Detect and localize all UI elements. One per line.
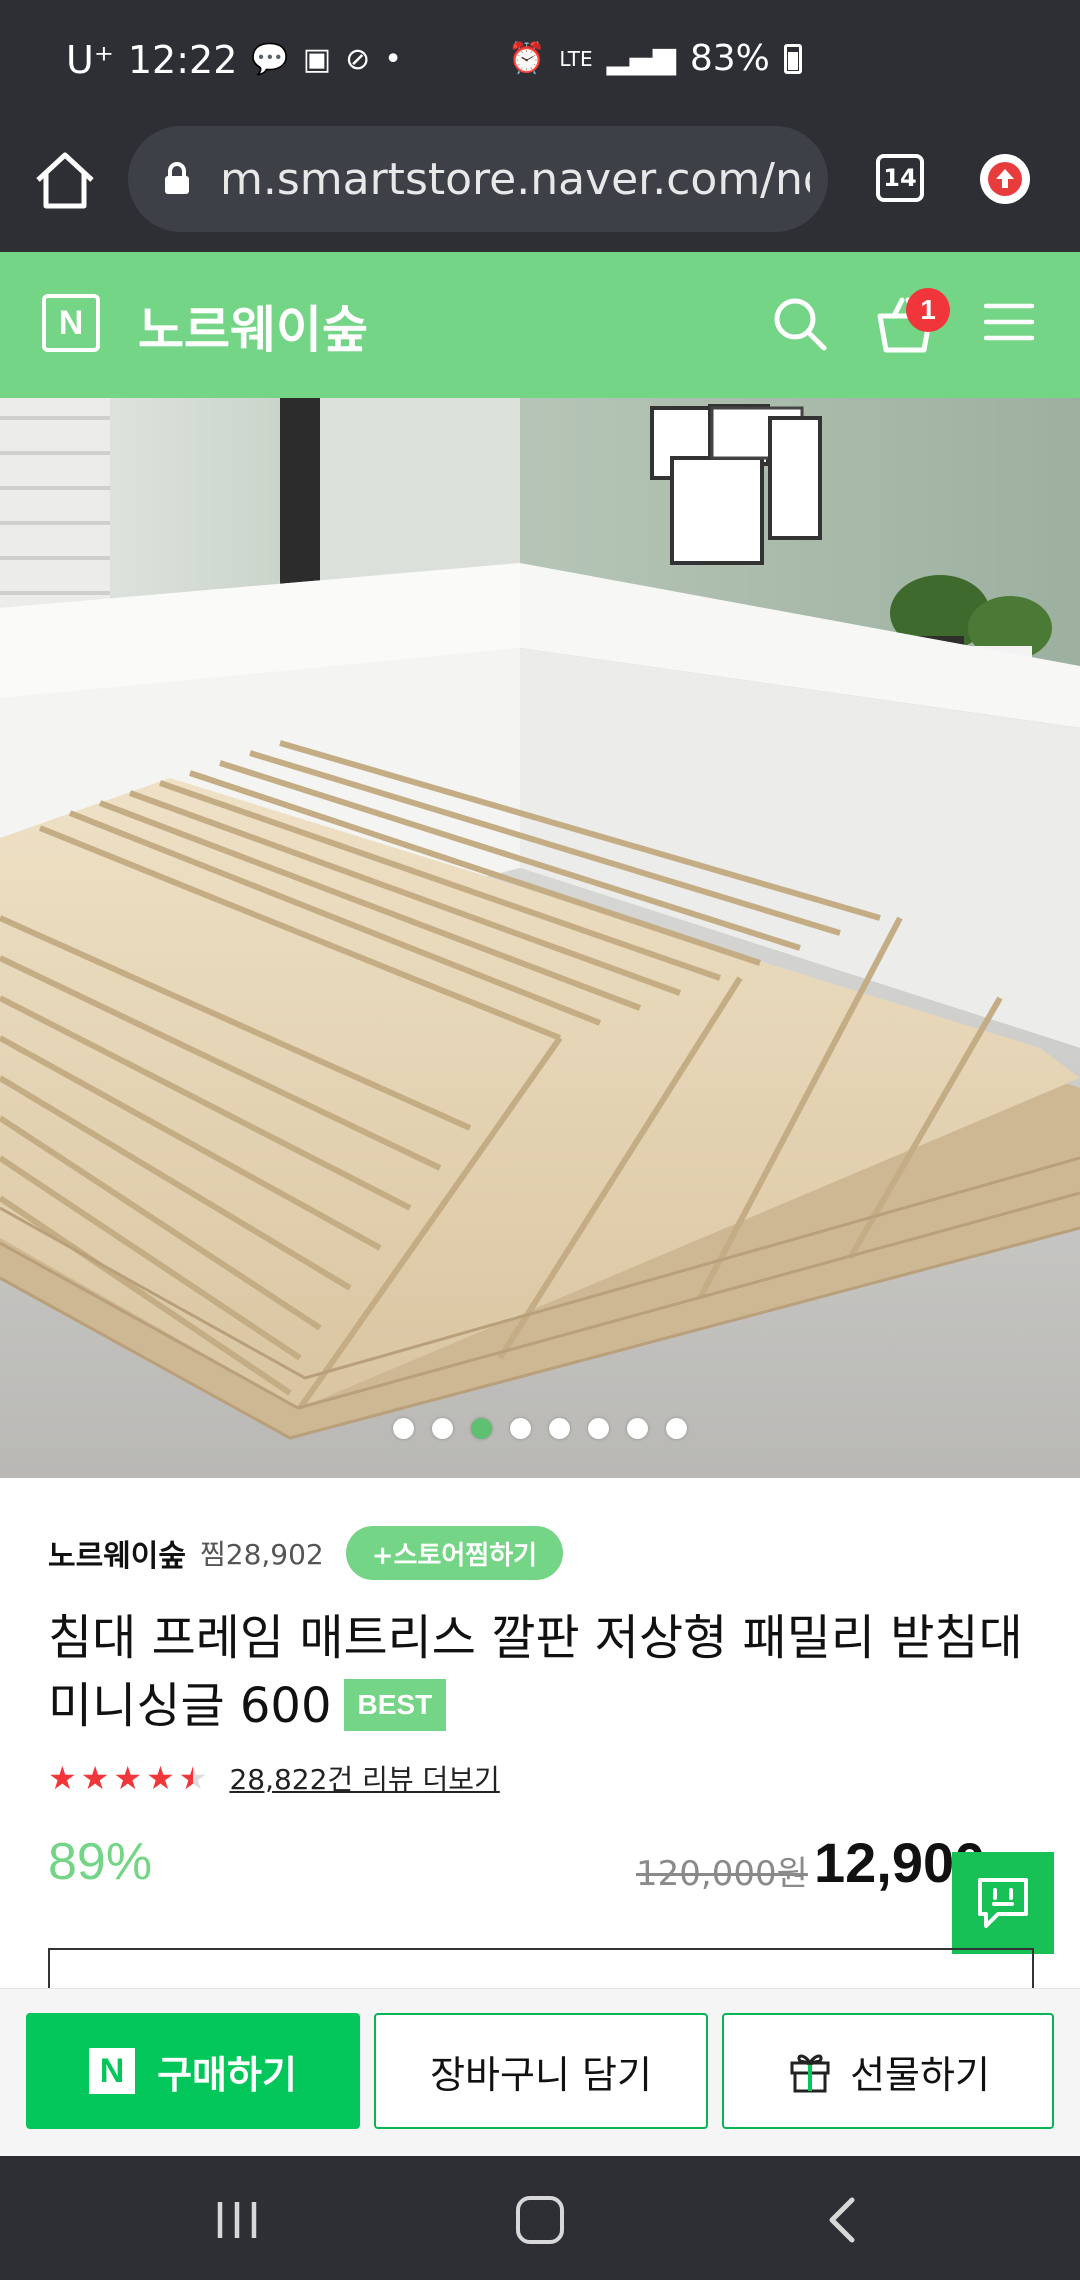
volte-icon: ⊘ xyxy=(345,42,371,77)
original-price: 120,000원 xyxy=(636,1854,808,1894)
system-nav-bar xyxy=(0,2156,1080,2280)
search-icon[interactable] xyxy=(770,294,830,354)
buy-button[interactable]: N 구매하기 xyxy=(26,2013,360,2129)
address-bar[interactable]: m.smartstore.naver.com/nols xyxy=(128,126,828,232)
product-title-text: 침대 프레임 매트리스 깔판 저상형 패밀리 받침대 미니싱글 600 xyxy=(48,1610,1023,1734)
signal-icon: ▂▄▆ xyxy=(606,40,676,76)
tab-switcher-button[interactable]: 14 xyxy=(876,154,924,202)
store-name[interactable]: 노르웨이숲 xyxy=(138,290,368,362)
add-to-cart-label: 장바구니 담기 xyxy=(430,2052,652,2097)
gift-icon xyxy=(790,2054,830,2093)
star-icon: ★ xyxy=(48,1759,77,1797)
cart-count-badge: 1 xyxy=(906,288,950,332)
star-rating: ★ ★ ★ ★ ★ xyxy=(48,1762,207,1794)
upload-arrow-icon xyxy=(988,162,1022,196)
clock: 12:22 xyxy=(127,38,238,82)
store-header: N 노르웨이숲 1 xyxy=(0,252,1080,398)
buy-button-label: 구매하기 xyxy=(157,2052,297,2097)
star-icon: ★ xyxy=(146,1759,175,1797)
download-update-button[interactable] xyxy=(980,154,1030,204)
browser-toolbar: m.smartstore.naver.com/nols 14 xyxy=(0,120,1080,252)
gallery-notification-icon: ▣ xyxy=(302,42,332,77)
home-icon[interactable] xyxy=(30,146,100,216)
url-text: m.smartstore.naver.com/nols xyxy=(220,154,810,205)
product-photo xyxy=(0,398,1080,1478)
star-icon: ★ xyxy=(113,1759,143,1797)
battery-icon xyxy=(783,43,802,74)
lte-icon: LTE xyxy=(559,46,593,71)
carrier-label: U⁺ xyxy=(66,38,114,82)
carousel-dot[interactable] xyxy=(666,1418,687,1439)
carousel-dot[interactable] xyxy=(549,1418,570,1439)
naver-pay-icon: N xyxy=(89,2048,136,2094)
lock-icon xyxy=(165,162,189,194)
carousel-dot[interactable] xyxy=(432,1418,453,1439)
add-to-cart-button[interactable]: 장바구니 담기 xyxy=(374,2013,708,2129)
back-icon[interactable] xyxy=(822,2196,862,2244)
half-star-icon: ★ xyxy=(179,1762,208,1794)
status-left: U⁺ 12:22 💬 ▣ ⊘ • xyxy=(66,38,402,82)
store-like-count: 찜28,902 xyxy=(200,1538,324,1571)
carousel-dot[interactable] xyxy=(393,1418,414,1439)
alarm-icon: ⏰ xyxy=(508,40,546,76)
battery-percent: 83% xyxy=(689,38,770,79)
product-image-carousel[interactable] xyxy=(0,398,1080,1478)
product-title: 침대 프레임 매트리스 깔판 저상형 패밀리 받침대 미니싱글 600 BEST xyxy=(48,1604,1038,1740)
chat-bubble-icon xyxy=(978,1878,1028,1928)
carousel-dot[interactable] xyxy=(510,1418,531,1439)
purchase-action-bar: N 구매하기 장바구니 담기 선물하기 xyxy=(0,1988,1080,2156)
gift-button-label: 선물하기 xyxy=(850,2052,990,2097)
store-follow-button[interactable]: +스토어찜하기 xyxy=(345,1526,564,1580)
home-nav-icon[interactable] xyxy=(516,2196,564,2244)
carousel-dot[interactable] xyxy=(627,1418,648,1439)
star-icon: ★ xyxy=(80,1759,110,1797)
talktalk-chat-button[interactable] xyxy=(952,1852,1054,1954)
rating-row: ★ ★ ★ ★ ★ 28,822건 리뷰 더보기 xyxy=(48,1758,500,1798)
recent-apps-icon[interactable] xyxy=(214,2200,260,2240)
carousel-dot[interactable] xyxy=(588,1418,609,1439)
status-bar: U⁺ 12:22 💬 ▣ ⊘ • ⏰ LTE ▂▄▆ 83% xyxy=(0,0,1080,120)
gift-button[interactable]: 선물하기 xyxy=(722,2013,1054,2129)
seller-row: 노르웨이숲 찜28,902 +스토어찜하기 xyxy=(48,1526,564,1580)
status-right: ⏰ LTE ▂▄▆ 83% xyxy=(508,38,802,79)
carousel-dot-active[interactable] xyxy=(471,1418,492,1439)
best-badge: BEST xyxy=(343,1679,447,1731)
carousel-indicators xyxy=(0,1418,1080,1442)
seller-name[interactable]: 노르웨이숲 xyxy=(48,1531,186,1575)
talk-notification-icon: 💬 xyxy=(251,42,289,77)
review-link[interactable]: 28,822건 리뷰 더보기 xyxy=(229,1758,499,1798)
discount-rate: 89% xyxy=(48,1833,153,1891)
more-notifications-dot-icon: • xyxy=(384,42,402,77)
naver-logo-icon[interactable]: N xyxy=(42,294,100,352)
menu-icon[interactable] xyxy=(984,302,1034,342)
